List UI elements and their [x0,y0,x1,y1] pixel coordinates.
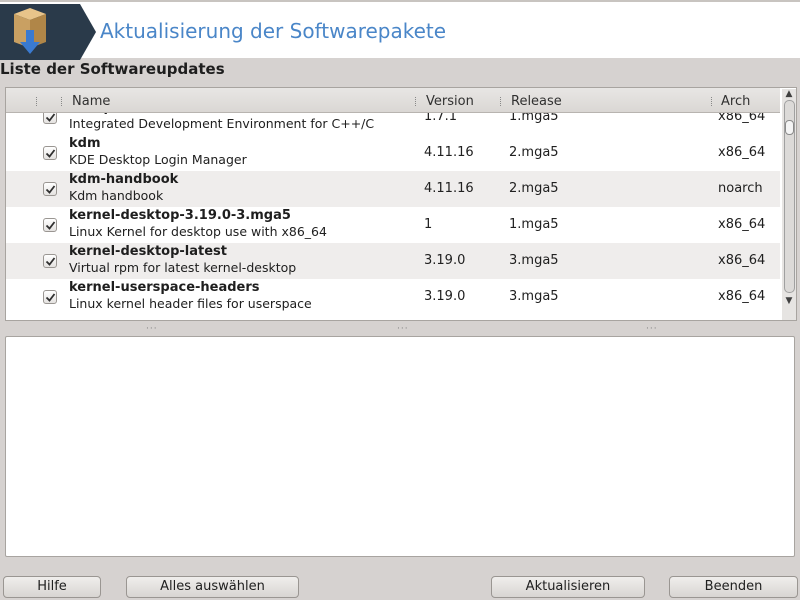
package-version: 1 [424,217,433,232]
package-arch: x86_64 [718,113,766,124]
list-header: Name Version Release Arch [6,88,780,113]
splitter-handle[interactable]: ··· [146,324,158,334]
checkbox[interactable] [43,113,57,124]
column-header-name[interactable]: Name [72,94,110,109]
package-release: 2.mga5 [509,181,559,196]
scroll-down-icon[interactable]: ▼ [784,296,794,306]
table-row[interactable]: kernel-desktop-3.19.0-3.mga5 Linux Kerne… [6,207,780,243]
checkbox[interactable] [43,146,57,160]
package-version: 1.7.1 [424,113,458,124]
package-description: Linux kernel header files for userspace [69,296,312,311]
checkmark-icon [45,257,56,266]
package-description: Linux Kernel for desktop use with x86_64 [69,224,327,239]
package-name: kernel-desktop-3.19.0-3.mga5 [69,208,291,223]
package-arch: x86_64 [718,145,766,160]
column-separator[interactable] [36,97,38,106]
checkbox[interactable] [43,182,57,196]
package-name: kernel-desktop-latest [69,244,228,259]
splitter-handle[interactable]: ··· [646,324,658,334]
help-button[interactable]: Hilfe [3,576,101,598]
column-header-arch[interactable]: Arch [721,94,750,109]
splitter-handle[interactable]: ··· [397,324,409,334]
table-row[interactable]: kernel-desktop-latest Virtual rpm for la… [6,243,780,279]
checkmark-icon [45,221,56,230]
section-title: Liste der Softwareupdates [0,60,225,78]
update-button[interactable]: Aktualisieren [491,576,645,598]
column-separator[interactable] [415,97,417,106]
header-banner: Aktualisierung der Softwarepakete [0,0,800,60]
column-separator[interactable] [61,97,63,106]
table-row[interactable]: kdm-handbook Kdm handbook 4.11.16 2.mga5… [6,171,780,207]
list-rows: kdesplatform4 Integrated Development Env… [6,113,780,319]
checkbox[interactable] [43,290,57,304]
package-name: kernel-userspace-headers [69,280,260,295]
column-header-release[interactable]: Release [511,94,562,109]
column-separator[interactable] [500,97,502,106]
package-description: KDE Desktop Login Manager [69,152,247,167]
package-details-pane[interactable] [5,336,795,557]
column-separator[interactable] [711,97,713,106]
package-arch: x86_64 [718,253,766,268]
checkmark-icon [45,149,56,158]
checkbox[interactable] [43,218,57,232]
checkmark-icon [45,185,56,194]
table-row[interactable]: kdm KDE Desktop Login Manager 4.11.16 2.… [6,135,780,171]
checkmark-icon [45,113,56,122]
package-description: Virtual rpm for latest kernel-desktop [69,260,297,275]
package-release: 1.mga5 [509,217,559,232]
package-name: kdm [69,136,101,151]
package-version: 4.11.16 [424,145,474,160]
updates-list[interactable]: Name Version Release Arch kdesplatform4 … [5,87,797,321]
package-description: Kdm handbook [69,188,164,203]
scrollbar-thumb[interactable] [785,120,794,135]
scroll-up-icon[interactable]: ▲ [784,89,794,99]
quit-button[interactable]: Beenden [669,576,798,598]
package-description: Integrated Development Environment for C… [69,116,375,131]
column-header-version[interactable]: Version [426,94,474,109]
scrollbar-track[interactable] [784,100,795,293]
package-release: 3.mga5 [509,289,559,304]
package-version: 3.19.0 [424,253,466,268]
package-arch: noarch [718,181,763,196]
table-row[interactable]: kdesplatform4 Integrated Development Env… [6,113,780,135]
package-arch: x86_64 [718,217,766,232]
package-release: 1.mga5 [509,113,559,124]
package-name: kdm-handbook [69,172,179,187]
checkmark-icon [45,293,56,302]
select-all-button[interactable]: Alles auswählen [126,576,299,598]
package-arch: x86_64 [718,289,766,304]
package-version: 4.11.16 [424,181,474,196]
package-name: kdesplatform4 [69,113,176,115]
checkbox[interactable] [43,254,57,268]
package-version: 3.19.0 [424,289,466,304]
package-release: 3.mga5 [509,253,559,268]
page-title: Aktualisierung der Softwarepakete [100,19,447,43]
vertical-scrollbar[interactable]: ▲ ▼ [782,89,796,320]
package-release: 2.mga5 [509,145,559,160]
table-row[interactable]: kernel-userspace-headers Linux kernel he… [6,279,780,315]
package-update-icon [0,4,96,60]
